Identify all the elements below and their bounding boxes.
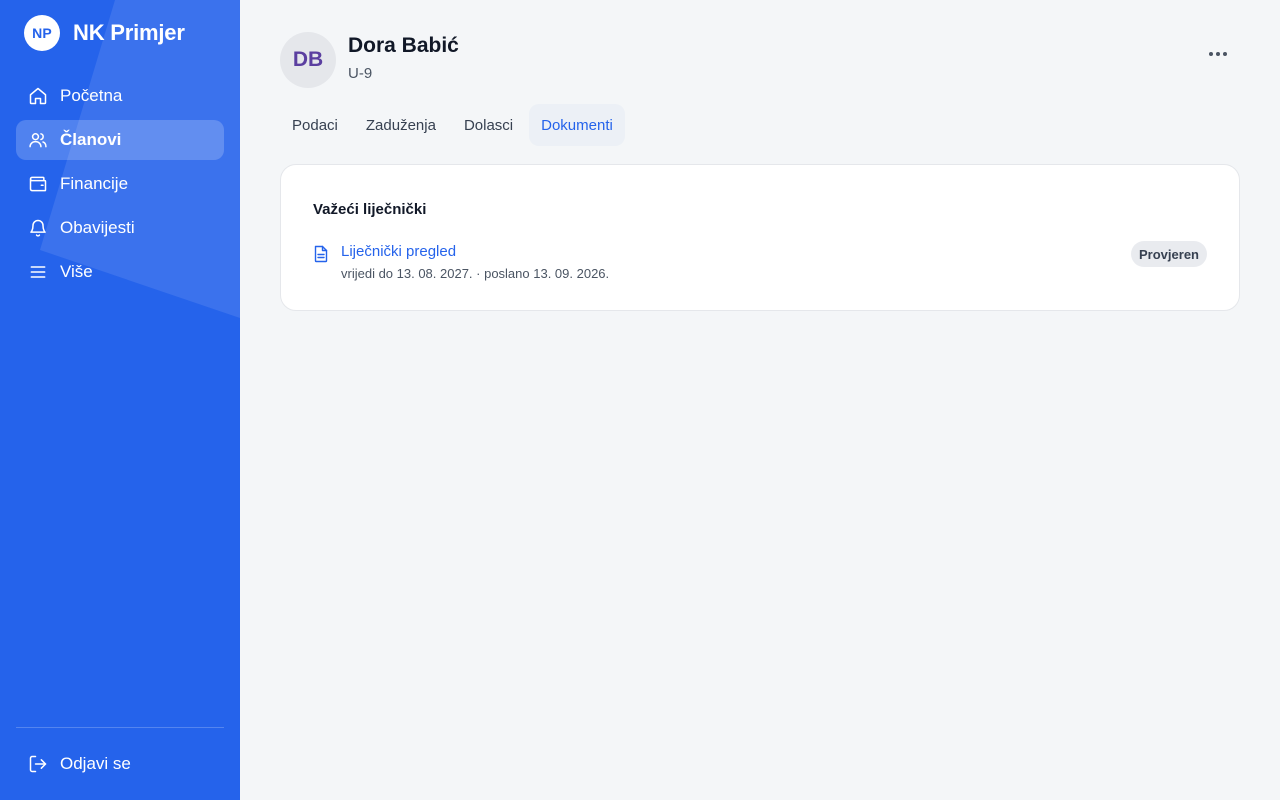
tab-dokumenti[interactable]: Dokumenti	[529, 104, 625, 146]
dot-icon	[1223, 52, 1227, 56]
page-title: Dora Babić	[348, 34, 459, 57]
document-link[interactable]: Liječnički pregled	[341, 243, 456, 260]
tab-zaduzenja[interactable]: Zaduženja	[354, 104, 448, 146]
brand-name: NK Primjer	[73, 20, 185, 45]
document-icon	[313, 245, 329, 263]
status-badge: Provjeren	[1131, 241, 1207, 267]
brand-logo: NP	[24, 15, 60, 51]
logout-icon	[28, 754, 48, 774]
sidebar-item-vise[interactable]: Više	[16, 252, 224, 292]
menu-icon	[28, 262, 48, 282]
sidebar: NP NK Primjer Početna Članovi Financije	[0, 0, 240, 800]
wallet-icon	[28, 174, 48, 194]
avatar: DB	[280, 32, 336, 88]
sidebar-item-clanovi[interactable]: Članovi	[16, 120, 224, 160]
sidebar-item-label: Članovi	[60, 130, 122, 149]
sidebar-nav: Početna Članovi Financije Obavijesti Viš…	[16, 76, 224, 296]
brand[interactable]: NP NK Primjer	[24, 15, 185, 51]
sidebar-item-financije[interactable]: Financije	[16, 164, 224, 204]
bell-icon	[28, 218, 48, 238]
logout-label: Odjavi se	[60, 754, 131, 773]
sidebar-item-label: Više	[60, 262, 93, 281]
document-meta: vrijedi do 13. 08. 2027. · poslano 13. 0…	[341, 266, 610, 281]
dot-icon	[1216, 52, 1220, 56]
main-content: DB Dora Babić U-9 Podaci Zaduženja Dolas…	[240, 0, 1280, 800]
member-group: U-9	[348, 65, 373, 82]
section-title: Važeći liječnički	[313, 201, 427, 218]
tab-dolasci[interactable]: Dolasci	[452, 104, 525, 146]
users-icon	[28, 130, 48, 150]
sidebar-item-pocetna[interactable]: Početna	[16, 76, 224, 116]
sidebar-item-label: Financije	[60, 174, 129, 193]
sidebar-item-label: Obavijesti	[60, 218, 135, 237]
documents-card: Važeći liječnički Liječnički pregled vri…	[280, 164, 1240, 311]
logout-button[interactable]: Odjavi se	[16, 744, 224, 784]
sidebar-item-obavijesti[interactable]: Obavijesti	[16, 208, 224, 248]
tab-podaci[interactable]: Podaci	[280, 104, 350, 146]
logout-section: Odjavi se	[16, 744, 224, 788]
tab-bar: Podaci Zaduženja Dolasci Dokumenti	[280, 104, 629, 146]
dot-icon	[1209, 52, 1213, 56]
sidebar-divider	[16, 727, 224, 728]
sidebar-item-label: Početna	[60, 86, 123, 105]
more-options-button[interactable]	[1202, 40, 1234, 68]
home-icon	[28, 86, 48, 106]
